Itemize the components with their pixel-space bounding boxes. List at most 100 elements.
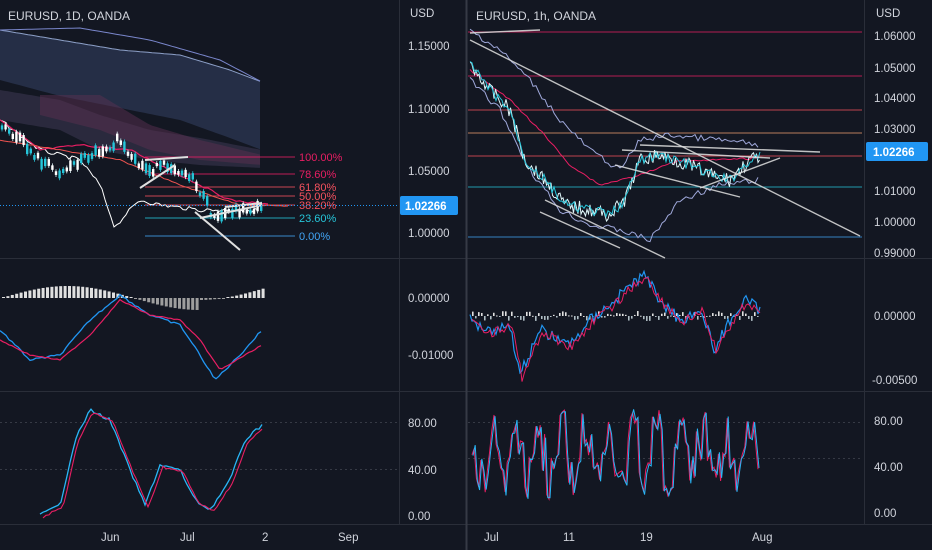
candle-body [29,148,32,154]
candle-body [47,159,50,166]
right-macd-tick: -0.00500 [872,375,917,387]
horizontal-levels[interactable] [468,31,862,238]
candle-body [152,168,155,177]
macd-histogram-bar [658,316,660,320]
macd-histogram-bar [72,286,76,298]
right-price-tick: 1.06000 [874,31,916,43]
left-stoch-tick: 0.00 [408,511,430,523]
macd-histogram-bar [239,294,243,298]
right-stochastic-pane[interactable] [468,409,862,502]
left-stoch-tick: 80.00 [408,418,437,430]
left-time-label: 2 [262,532,268,544]
macd-histogram-bar [50,286,54,298]
trendline-drawings[interactable] [469,29,861,259]
macd-histogram-bar [532,315,534,317]
left-macd-tick: -0.01000 [408,350,453,362]
macd-histogram-bar [607,313,609,316]
right-chart-pane[interactable]: EURUSD, 1h, OANDA [468,9,862,259]
candle-body [108,147,112,151]
left-macd-tick: 0.00000 [408,293,450,305]
right-macd-pane[interactable] [469,269,761,382]
macd-histogram-bar [640,315,642,317]
macd-histogram-bar [565,312,567,316]
macd-histogram-bar [664,312,666,316]
macd-histogram-bar [169,298,173,308]
macd-histogram-bar [68,286,71,298]
left-price-axis[interactable]: USD 1.15000 1.10000 1.05000 1.00000 1.02… [400,8,458,523]
macd-histogram-bar [757,316,759,317]
candlestick-series [469,61,761,223]
left-chart-pane[interactable]: 100.00%78.60%61.80%50.00%38.20%23.60%0.0… [0,9,399,251]
macd-histogram-bar [478,312,480,316]
left-price-tick: 1.00000 [408,228,450,240]
left-time-label: Jul [180,532,195,544]
macd-histogram-bar [643,316,645,320]
right-time-label: Jul [484,532,499,544]
macd-histogram-bar [164,298,168,307]
macd-histogram-bar [517,316,519,318]
macd-histogram-bar [493,312,495,316]
candle-body [134,153,137,164]
candle-body [90,153,94,159]
macd-histogram-bar [129,297,133,298]
left-time-label: Sep [338,532,358,544]
moving-average [469,69,759,186]
macd-histogram-bar [151,298,155,304]
macd-histogram-bar [252,291,256,298]
macd-histogram-bar [226,297,230,298]
left-time-axis[interactable]: Jun Jul 2 Sep [101,532,358,544]
macd-histogram-bar [679,314,681,316]
right-price-tick: 0.99000 [874,248,916,260]
right-time-label: Aug [752,532,772,544]
macd-histogram-bar [535,316,537,321]
candle-body [11,133,14,139]
candle-body [112,142,115,151]
macd-histogram-bar [706,316,708,317]
macd-histogram-bar [107,291,111,298]
macd-histogram-bar [235,295,239,298]
right-price-axis[interactable]: USD 1.06000 1.05000 1.04000 1.03000 1.01… [866,8,928,520]
left-stochastic-pane[interactable] [0,408,399,519]
macd-histogram-bar [661,313,663,316]
left-stoch-tick: 40.00 [408,465,437,477]
trendline [544,199,666,259]
candle-body [94,145,97,156]
macd-histogram-bar [541,316,543,320]
candle-body [54,171,58,175]
right-chart-title: EURUSD, 1h, OANDA [476,9,596,23]
macd-histogram-bar [628,316,630,321]
macd-histogram-bar [208,298,212,300]
macd-histogram-bar [544,316,546,320]
macd-histogram-bar [646,316,648,321]
candle-body [126,151,130,156]
macd-histogram-bar [54,286,58,298]
macd-histogram-bar [191,298,195,310]
macd-histogram-bar [156,298,159,305]
candle-body [191,173,194,180]
macd-histogram-bar [529,311,531,316]
macd-histogram-bar [59,286,63,298]
macd-histogram-bar [244,293,247,298]
candle-body [188,174,191,182]
candle-body [198,192,202,196]
macd-histogram-bar [134,298,137,299]
macd-histogram-bar [583,315,585,317]
fib-level-label: 100.00% [299,152,343,164]
macd-histogram-bar [631,316,633,319]
macd-histogram-bar [634,314,636,316]
macd-histogram-bar [637,311,639,316]
macd-histogram-bar [571,315,573,317]
macd-histogram-bar [577,316,579,320]
macd-histogram-bar [610,314,612,316]
macd-histogram-bar [204,298,208,300]
macd-histogram-bar [472,311,474,316]
macd-histogram-bar [721,312,723,316]
macd-histogram-bar [160,298,164,306]
right-time-axis[interactable]: Jul 11 19 Aug [484,532,772,544]
left-macd-pane[interactable] [0,286,265,380]
candle-body [72,161,76,165]
stoch-d-line [471,409,759,502]
right-stoch-tick: 40.00 [874,462,903,474]
macd-histogram-bar [754,312,756,316]
trendline [639,144,821,153]
